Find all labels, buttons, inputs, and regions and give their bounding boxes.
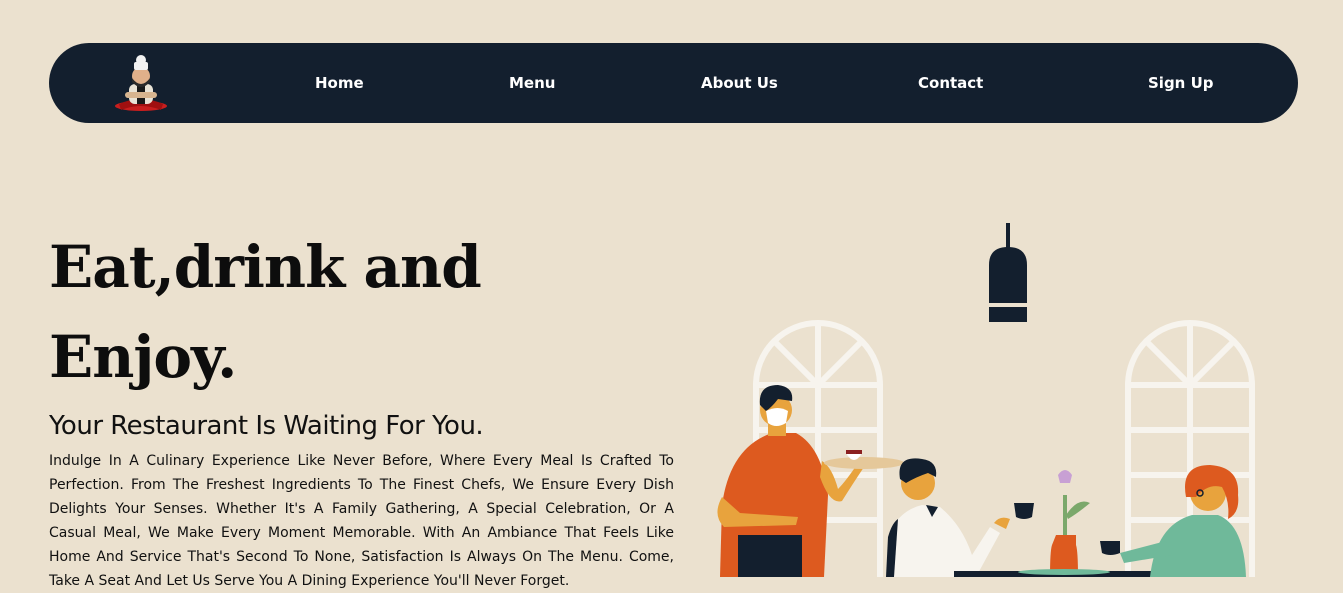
- navbar: Home Menu About Us Contact Sign Up: [49, 43, 1298, 123]
- hero-title-line-2: Enjoy.: [49, 323, 237, 391]
- nav-link-sign-up[interactable]: Sign Up: [1148, 73, 1214, 93]
- hero-title: Eat,drink and Enjoy.: [49, 222, 609, 402]
- hero-title-line-1: Eat,drink and: [49, 233, 482, 301]
- nav-link-home[interactable]: Home: [315, 73, 364, 93]
- nav-link-menu[interactable]: Menu: [509, 73, 555, 93]
- restaurant-dining-illustration: [717, 223, 1255, 577]
- flower-vase-icon: [1050, 470, 1090, 577]
- nav-link-contact[interactable]: Contact: [918, 73, 983, 93]
- waiter-figure-icon: [717, 385, 904, 577]
- nav-link-about-us[interactable]: About Us: [701, 73, 778, 93]
- hero-description: Indulge In A Culinary Experience Like Ne…: [49, 453, 674, 589]
- chef-mascot-icon[interactable]: [111, 54, 171, 114]
- hero-subtitle: Your Restaurant Is Waiting For You.: [49, 411, 484, 441]
- pendant-lamp-icon: [989, 223, 1027, 322]
- seated-man-figure-icon: [886, 458, 1034, 577]
